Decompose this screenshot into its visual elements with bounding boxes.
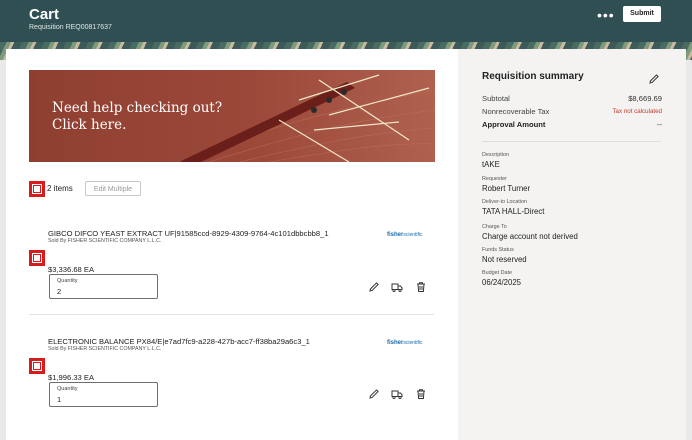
deliver-to-value: TATA HALL-Direct — [482, 207, 545, 216]
items-count: 2 items — [47, 184, 73, 193]
description-label: Description — [482, 152, 509, 158]
item-1-sold-by: Sold By FISHER SCIENTIFIC COMPANY L.L.C. — [48, 238, 162, 244]
summary-divider — [482, 141, 661, 142]
item-1-supplier-logo: fisherscientific — [387, 232, 423, 238]
item-1-quantity-field[interactable]: Quantity 2 — [49, 274, 158, 299]
supplier-logo-word: fisher — [387, 340, 404, 346]
supplier-logo-word: fisher — [387, 232, 404, 238]
requester-value: Robert Turner — [482, 184, 531, 193]
subtotal-label: Subtotal — [482, 94, 510, 103]
item-1-checkbox[interactable] — [29, 250, 45, 266]
quantity-label: Quantity — [57, 278, 78, 284]
requisition-number: Requisition REQ00817637 — [29, 24, 112, 31]
item-1-price: $3,336.68 EA — [48, 265, 95, 274]
tax-label: Nonrecoverable Tax — [482, 107, 550, 116]
subtotal-value: $8,669.69 — [628, 94, 662, 103]
approval-amount-label: Approval Amount — [482, 120, 546, 129]
summary-title: Requisition summary — [482, 71, 584, 82]
description-value: tAKE — [482, 160, 500, 169]
item-2-name[interactable]: ELECTRONIC BALANCE PX84/E|e7ad7fc9-a228-… — [48, 337, 310, 346]
item-2-quantity-field[interactable]: Quantity 1 — [49, 382, 158, 407]
funds-status-label: Funds Status — [482, 247, 514, 253]
item-1-name[interactable]: GIBCO DIFCO YEAST EXTRACT UF|91585ccd-89… — [48, 229, 329, 238]
banner-line-2: Click here. — [52, 117, 127, 133]
item-2-sold-by: Sold By FISHER SCIENTIFIC COMPANY L.L.C. — [48, 346, 162, 352]
budget-date-label: Budget Date — [482, 270, 512, 276]
more-actions-icon[interactable]: ••• — [597, 7, 615, 23]
charge-to-label: Charge To — [482, 224, 507, 230]
item-2-checkbox[interactable] — [29, 358, 45, 374]
budget-date-value: 06/24/2025 — [482, 278, 522, 287]
tax-value: Tax not calculated — [612, 108, 662, 115]
banner-line-1: Need help checking out? — [52, 100, 223, 116]
trash-icon[interactable] — [415, 388, 427, 400]
item-2-supplier-logo: fisherscientific — [387, 340, 423, 346]
quantity-label: Quantity — [57, 386, 78, 392]
banner-text: Need help checking out? Click here. — [52, 100, 222, 134]
requester-label: Requester — [482, 176, 507, 182]
quantity-value: 2 — [57, 287, 62, 296]
quantity-value: 1 — [57, 395, 62, 404]
pencil-icon[interactable] — [368, 281, 380, 293]
truck-icon[interactable] — [391, 281, 403, 293]
page-title: Cart — [29, 6, 60, 23]
charge-to-value: Charge account not derived — [482, 232, 578, 241]
trash-icon[interactable] — [415, 281, 427, 293]
submit-button[interactable]: Submit — [623, 6, 661, 22]
pencil-icon[interactable] — [648, 73, 660, 85]
select-all-checkbox[interactable] — [29, 181, 45, 197]
supplier-logo-sub: scientific — [403, 232, 423, 238]
help-banner[interactable]: Need help checking out? Click here. — [29, 70, 435, 162]
funds-status-value: Not reserved — [482, 255, 527, 264]
item-divider — [29, 314, 434, 315]
truck-icon[interactable] — [391, 388, 403, 400]
deliver-to-label: Deliver-to Location — [482, 199, 527, 205]
edit-multiple-button[interactable]: Edit Multiple — [85, 181, 141, 196]
supplier-logo-sub: scientific — [403, 340, 423, 346]
approval-amount-value: -- — [656, 120, 662, 129]
item-2-price: $1,996.33 EA — [48, 373, 95, 382]
pencil-icon[interactable] — [368, 388, 380, 400]
